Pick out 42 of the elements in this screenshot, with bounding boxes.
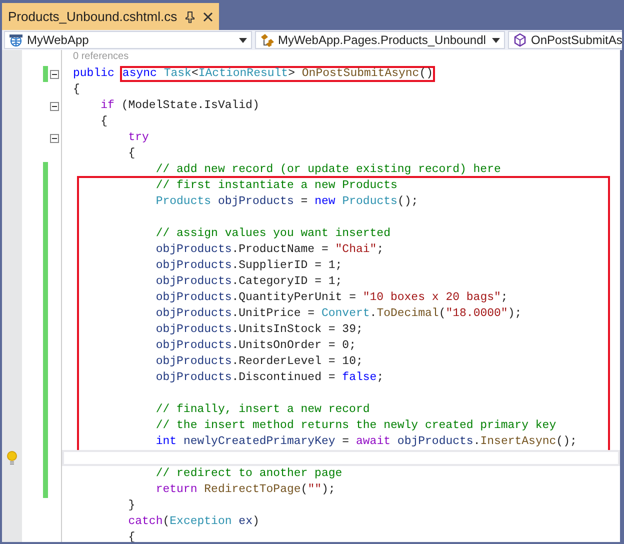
class-icon: [260, 33, 274, 47]
code-line: objProducts.UnitsInStock = 39;: [154, 322, 363, 338]
navigation-dropdown[interactable]: MyWebApp: [4, 31, 252, 49]
code-line: return RedirectToPage("");: [154, 482, 336, 498]
code-line: objProducts.Discontinued = false;: [154, 370, 384, 386]
pin-icon[interactable]: [185, 10, 196, 22]
code-line: {: [73, 82, 80, 98]
code-line: objProducts.ReorderLevel = 10;: [154, 354, 363, 370]
code-line: {: [100, 114, 108, 130]
code-line: try: [127, 130, 149, 146]
caret-icon: [239, 38, 247, 42]
close-icon[interactable]: [203, 12, 214, 22]
collapse-icon[interactable]: [50, 134, 58, 142]
code-line: // the insert method returns the newly created primary key: [154, 418, 556, 434]
collapse-icon[interactable]: [50, 70, 58, 78]
code-line: Products objProducts = new Products();: [154, 194, 418, 210]
cube-icon: [513, 33, 527, 47]
code-line: objProducts.QuantityPerUnit = "10 boxes x 20 bags";: [154, 290, 508, 306]
code-line: objProducts.UnitsOnOrder = 0;: [154, 338, 356, 354]
code-line: objProducts.SupplierID = 1;: [154, 258, 342, 274]
code-line: public: [73, 66, 114, 82]
navigation-dropdown[interactable]: MyWebApp.Pages.Products_Unboundl: [255, 31, 505, 49]
code-line: objProducts.UnitPrice = Convert.ToDecimal("18.0000");: [154, 306, 522, 322]
document-tab[interactable]: Products_Unbound.cshtml.cs: [2, 3, 220, 30]
lightbulb-icon[interactable]: [7, 451, 17, 465]
code-line: catch(Exception ex): [127, 514, 260, 530]
code-line: // finally, insert a new record: [154, 402, 370, 418]
code-line: {: [127, 146, 136, 162]
navigation-dropdown[interactable]: OnPostSubmitAs: [508, 31, 622, 49]
globe-icon: [9, 33, 23, 47]
caret-icon: [492, 38, 500, 42]
code-line: objProducts.CategoryID = 1;: [154, 274, 342, 290]
collapse-icon[interactable]: [50, 102, 58, 110]
code-line: // assign values you want inserted: [154, 226, 390, 242]
code-line: // redirect to another page: [154, 466, 342, 482]
code-line: }: [127, 498, 136, 514]
code-line: objProducts.ProductName = "Chai";: [154, 242, 384, 258]
code-line: if (ModelState.IsValid): [100, 98, 260, 114]
code-line: // add new record (or update existing record) here: [154, 162, 501, 178]
code-line: // first instantiate a new Products: [154, 178, 398, 194]
code-line: int newlyCreatedPrimaryKey = await objProducts.InsertAsync();: [154, 434, 577, 450]
highlighted-code: async Task<IActionResult> OnPostSubmitAsync(): [120, 66, 436, 82]
